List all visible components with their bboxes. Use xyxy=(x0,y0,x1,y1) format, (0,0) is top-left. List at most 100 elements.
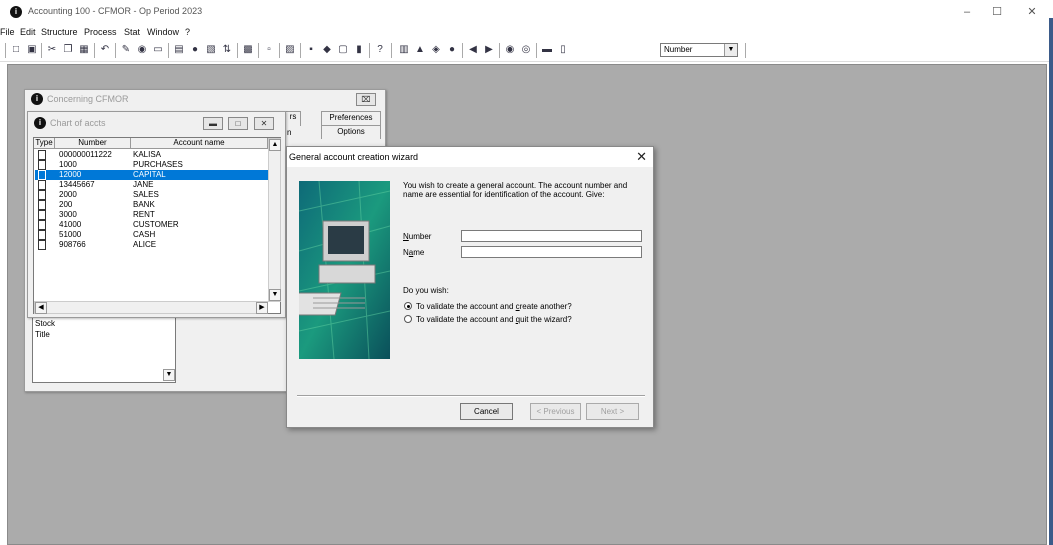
app-logo-icon: i xyxy=(10,6,22,18)
list-item[interactable]: Title xyxy=(35,330,50,339)
toolbar-separator xyxy=(499,43,500,58)
report-icon[interactable]: ▢ xyxy=(336,43,350,57)
toolbar-separator xyxy=(745,43,746,58)
scroll-up-icon[interactable]: ▲ xyxy=(269,139,281,151)
minimize-window-button[interactable]: ▬ xyxy=(203,117,223,130)
menu-file[interactable]: File xyxy=(0,27,15,37)
restore-window-button[interactable]: □ xyxy=(228,117,248,130)
table-row[interactable]: 2000 SALES xyxy=(35,190,268,200)
document-icon xyxy=(38,200,46,210)
maximize-button[interactable]: ☐ xyxy=(987,4,1007,20)
calculator-icon[interactable]: ▨ xyxy=(283,43,297,57)
option-quit-wizard-radio[interactable] xyxy=(404,315,412,323)
info-icon[interactable]: ● xyxy=(188,43,202,57)
minimize-button[interactable]: – xyxy=(957,4,977,20)
open-folder-icon[interactable]: ▣ xyxy=(25,43,39,57)
close-icon[interactable]: ✕ xyxy=(636,149,647,165)
previous-button[interactable]: < Previous xyxy=(530,403,581,420)
shield-icon[interactable]: ● xyxy=(445,43,459,57)
table-row[interactable]: 41000 CUSTOMER xyxy=(35,220,268,230)
printer-icon[interactable]: ▬ xyxy=(540,43,554,57)
monitor-icon[interactable]: ▫ xyxy=(262,43,276,57)
ledger-icon[interactable]: ▩ xyxy=(241,43,255,57)
help-icon[interactable]: ? xyxy=(373,43,387,57)
table-row[interactable]: 13445667 JANE xyxy=(35,180,268,190)
document-icon xyxy=(38,190,46,200)
chevron-down-icon[interactable]: ▼ xyxy=(724,44,737,56)
scroll-left-icon[interactable]: ◀ xyxy=(35,302,47,314)
print-icon[interactable]: ▧ xyxy=(204,43,218,57)
cut-icon[interactable]: ✂ xyxy=(45,43,59,57)
copy-icon[interactable]: ❐ xyxy=(61,43,75,57)
name-field[interactable] xyxy=(461,246,642,258)
option-create-another-radio[interactable] xyxy=(404,302,412,310)
pencil-icon[interactable]: ✎ xyxy=(119,43,133,57)
option-create-another-label[interactable]: To validate the account and create anoth… xyxy=(416,302,572,311)
account-number: 13445667 xyxy=(59,180,95,189)
number-field[interactable] xyxy=(461,230,642,242)
entry-icon[interactable]: ▥ xyxy=(397,43,411,57)
table-row[interactable]: 000000011222 KALISA xyxy=(35,150,268,160)
account-number: 41000 xyxy=(59,220,82,229)
calculator-small-icon[interactable]: ▯ xyxy=(556,43,570,57)
folder-edit-icon[interactable]: ▭ xyxy=(151,43,165,57)
batch-icon[interactable]: ▲ xyxy=(413,43,427,57)
undo-icon[interactable]: ↶ xyxy=(98,43,112,57)
arrow-left-icon[interactable]: ◀ xyxy=(466,43,480,57)
column-header-type[interactable]: Type xyxy=(34,138,55,149)
new-file-icon[interactable]: □ xyxy=(9,43,23,57)
table-row[interactable]: 12000 CAPITAL xyxy=(35,170,268,180)
account-name: CASH xyxy=(133,230,156,239)
menu-process[interactable]: Process xyxy=(84,27,117,37)
tab-options[interactable]: Options xyxy=(321,125,381,139)
accounts-list[interactable]: Type Number Account name 000000011222 KAL… xyxy=(33,137,281,314)
table-row[interactable]: 51000 CASH xyxy=(35,230,268,240)
account-name: PURCHASES xyxy=(133,160,183,169)
concerning-close-button[interactable]: ⌧ xyxy=(356,93,376,106)
table-row[interactable]: 3000 RENT xyxy=(35,210,268,220)
binoculars-icon[interactable]: ◉ xyxy=(135,43,149,57)
list-item[interactable]: Stock xyxy=(35,319,55,328)
app-title: Accounting 100 - CFMOR - Op Period 2023 xyxy=(28,6,203,16)
tab-partial[interactable]: rs xyxy=(285,111,301,126)
document-icon xyxy=(38,220,46,230)
table-row[interactable]: 200 BANK xyxy=(35,200,268,210)
group-icon[interactable]: ◎ xyxy=(519,43,533,57)
users-icon[interactable]: ◉ xyxy=(503,43,517,57)
close-button[interactable]: ✕ xyxy=(1022,4,1042,20)
vertical-scrollbar[interactable]: ▲ ▼ xyxy=(268,138,281,302)
search-entry-icon[interactable]: ◆ xyxy=(320,43,334,57)
scroll-down-icon[interactable]: ▼ xyxy=(163,369,175,381)
journal-icon[interactable]: ▪ xyxy=(304,43,318,57)
menu-structure[interactable]: Structure xyxy=(41,27,78,37)
sort-icon[interactable]: ⇅ xyxy=(220,43,234,57)
option-quit-wizard-label[interactable]: To validate the account and quit the wiz… xyxy=(416,315,572,324)
menu-window[interactable]: Window xyxy=(147,27,179,37)
paste-icon[interactable]: ▦ xyxy=(77,43,91,57)
menu-stat[interactable]: Stat xyxy=(124,27,140,37)
close-window-button[interactable]: ✕ xyxy=(254,117,274,130)
cancel-button[interactable]: Cancel xyxy=(460,403,513,420)
column-header-account-name[interactable]: Account name xyxy=(131,138,268,149)
reconcile-icon[interactable]: ◈ xyxy=(429,43,443,57)
column-header-number[interactable]: Number xyxy=(55,138,131,149)
concerning-listbox[interactable]: Stock Title ▼ xyxy=(32,312,176,383)
menu-edit[interactable]: Edit xyxy=(20,27,36,37)
horizontal-scrollbar[interactable]: ◀ ▶ xyxy=(34,301,268,314)
toolbar: □ ▣ ✂ ❐ ▦ ↶ ✎ ◉ ▭ ▤ ● ▧ ⇅ ▩ ▫ ▨ ▪ ◆ ▢ ▮ … xyxy=(0,40,1053,62)
table-row[interactable]: 908766 ALICE xyxy=(35,240,268,250)
scroll-right-icon[interactable]: ▶ xyxy=(256,302,268,314)
balance-icon[interactable]: ▮ xyxy=(352,43,366,57)
wizard-separator xyxy=(297,395,645,397)
sort-combo[interactable]: Number ▼ xyxy=(660,43,738,57)
document-icon[interactable]: ▤ xyxy=(172,43,186,57)
table-row[interactable]: 1000 PURCHASES xyxy=(35,160,268,170)
toolbar-separator xyxy=(115,43,116,58)
arrow-right-icon[interactable]: ▶ xyxy=(482,43,496,57)
menu-help[interactable]: ? xyxy=(185,27,190,37)
scroll-down-icon[interactable]: ▼ xyxy=(269,289,281,301)
tab-preferences[interactable]: Preferences xyxy=(321,111,381,125)
account-number: 908766 xyxy=(59,240,86,249)
next-button[interactable]: Next > xyxy=(586,403,639,420)
account-number: 000000011222 xyxy=(59,150,112,159)
